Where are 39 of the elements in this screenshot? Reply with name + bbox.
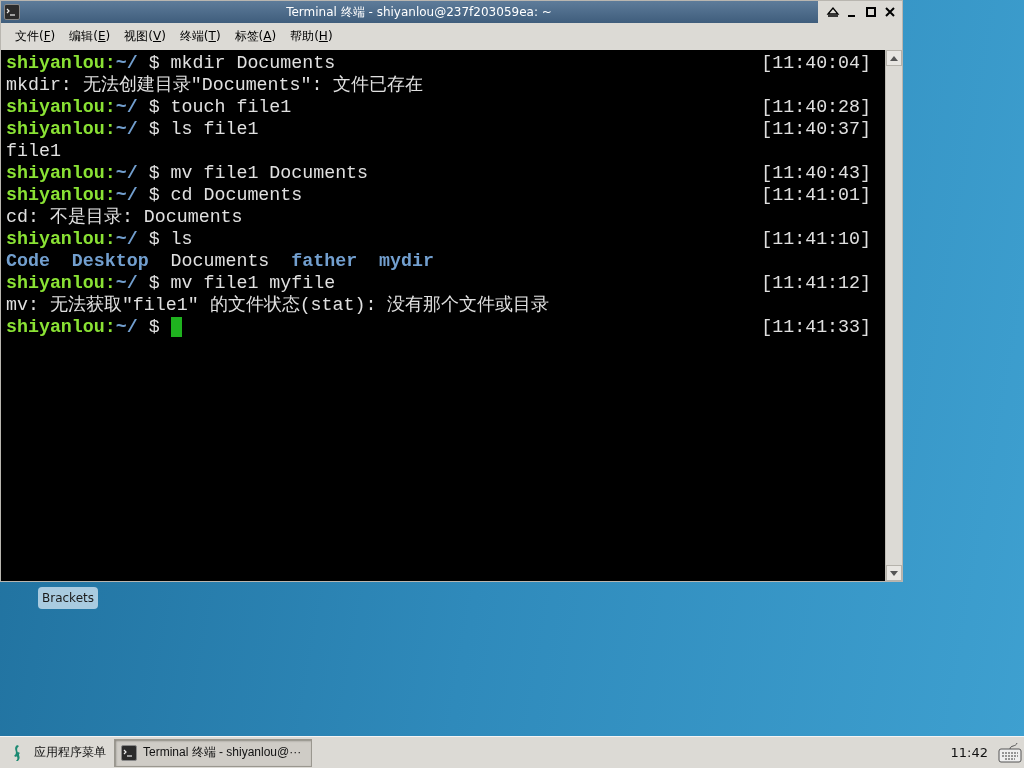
terminal-icon	[4, 4, 20, 20]
app-menu-button[interactable]: 应用程序菜单	[0, 743, 114, 762]
clock: 11:42	[950, 745, 988, 760]
terminal-line: mkdir: 无法创建目录"Documents": 文件已存在	[6, 74, 424, 96]
menu-item[interactable]: 标签(A)	[227, 26, 284, 47]
terminal-icon	[121, 744, 137, 761]
keyboard-icon[interactable]	[998, 740, 1022, 765]
terminal-line: shiyanlou:~/ $ mv file1 myfile	[6, 272, 336, 294]
window-title: Terminal 终端 - shiyanlou@237f203059ea: ~	[285, 3, 553, 21]
terminal-line: shiyanlou:~/ $ cd Documents	[6, 184, 303, 206]
menu-item[interactable]: 帮助(H)	[283, 26, 340, 47]
timestamp: [11:41:12]	[761, 272, 871, 294]
timestamp: [11:41:10]	[761, 228, 871, 250]
scrollbar[interactable]	[885, 50, 902, 581]
terminal-line: file1	[6, 140, 61, 162]
terminal-line: shiyanlou:~/ $	[6, 316, 161, 338]
terminal-line: mv: 无法获取"file1" 的文件状态(stat): 没有那个文件或目录	[6, 294, 550, 316]
timestamp: [11:40:37]	[761, 118, 871, 140]
timestamp: [11:40:04]	[761, 52, 871, 74]
timestamp: [11:40:43]	[761, 162, 871, 184]
menu-item[interactable]: 终端(T)	[172, 26, 228, 47]
timestamp: [11:40:28]	[761, 96, 871, 118]
maximize-icon[interactable]	[863, 4, 879, 20]
terminal-line: shiyanlou:~/ $ ls	[6, 228, 193, 250]
terminal-line: shiyanlou:~/ $ touch file1	[6, 96, 292, 118]
taskbar-button[interactable]: Terminal 终端 - shiyanlou@···	[114, 738, 312, 767]
desktop-icon-label[interactable]: Brackets	[38, 587, 98, 609]
menu-item[interactable]: 视图(V)	[117, 26, 173, 47]
timestamp: [11:41:33]	[761, 316, 871, 338]
timestamp: [11:41:01]	[761, 184, 871, 206]
menu-item[interactable]: 编辑(E)	[62, 26, 118, 47]
scroll-down-icon[interactable]	[890, 570, 898, 576]
terminal-line: cd: 不是目录: Documents	[6, 206, 243, 228]
menu-item[interactable]: 文件(F)	[8, 26, 63, 47]
scroll-up-icon[interactable]	[890, 55, 898, 61]
terminal-line: Code Desktop Documents father mydir	[6, 250, 434, 272]
terminal-line: shiyanlou:~/ $ ls file1	[6, 118, 259, 140]
terminal-line: shiyanlou:~/ $ mv file1 Documents	[6, 162, 369, 184]
terminal-line: shiyanlou:~/ $ mkdir Documents	[6, 52, 336, 74]
